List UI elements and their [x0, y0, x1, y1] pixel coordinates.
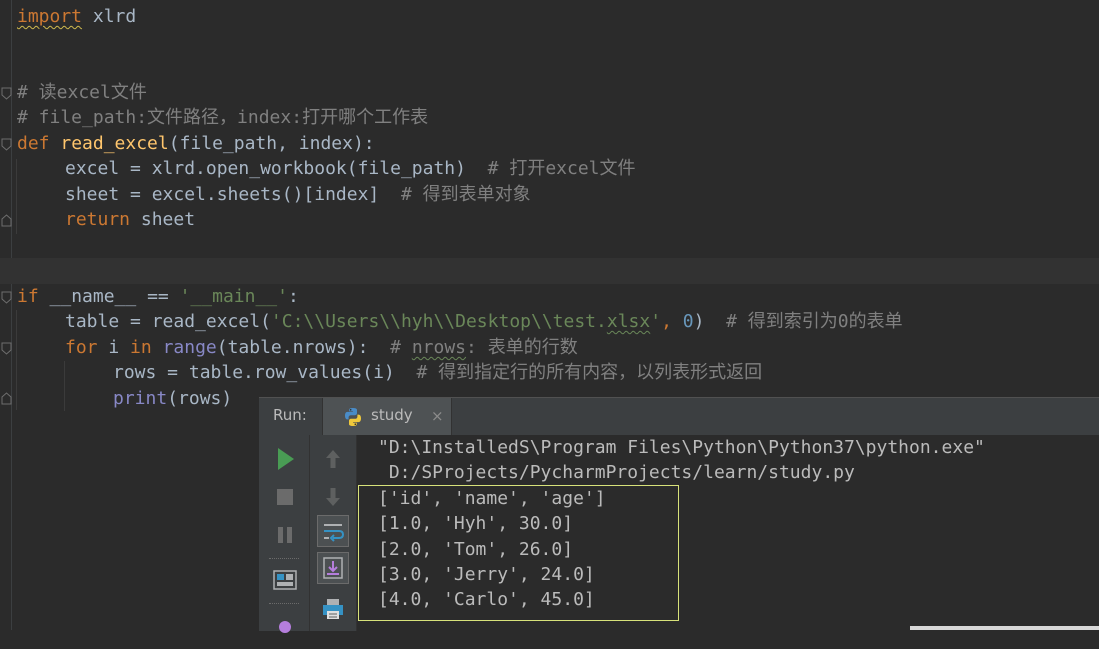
- indent-guide: [16, 159, 17, 234]
- code-line: rows = table.row_values(i) # 得到指定行的所有内容，…: [113, 360, 762, 385]
- string-literal: ': [650, 311, 662, 332]
- code-text: ): [693, 311, 705, 332]
- scroll-to-end-icon[interactable]: [317, 552, 349, 584]
- code-text: :: [287, 286, 299, 307]
- code-text: ,: [661, 311, 683, 332]
- code-line: import xlrd: [17, 4, 136, 29]
- code-text: i: [97, 337, 131, 358]
- run-tab-label: study: [371, 406, 413, 424]
- fold-icon[interactable]: [0, 214, 13, 227]
- code-comment: # 读excel文件: [17, 82, 147, 103]
- console-line: [1.0, 'Hyh', 30.0]: [378, 513, 574, 534]
- code-line: return sheet: [65, 207, 195, 232]
- code-line: sheet = excel.sheets()[index] # 得到表单对象: [65, 182, 531, 207]
- indent-guide: [16, 310, 17, 410]
- code-text: (table.nrows):: [216, 337, 369, 358]
- fold-icon[interactable]: [0, 291, 13, 304]
- keyword: if: [17, 286, 39, 307]
- stop-icon[interactable]: [269, 481, 301, 513]
- up-arrow-icon[interactable]: [317, 443, 349, 475]
- code-line: excel = xlrd.open_workbook(file_path) # …: [65, 156, 636, 181]
- fold-icon[interactable]: [0, 342, 13, 355]
- code-line: table = read_excel('C:\\Users\\hyh\\Desk…: [65, 309, 903, 334]
- code-text: rows = table.row_values(i): [113, 362, 395, 383]
- keyword: for: [65, 337, 98, 358]
- code-text: sheet = excel.sheets()[index]: [65, 184, 380, 205]
- layout-icon[interactable]: [269, 613, 301, 645]
- python-icon: [343, 407, 363, 431]
- run-tab-study[interactable]: study ×: [322, 398, 452, 435]
- layout-icon[interactable]: [269, 565, 301, 597]
- function-name: read_excel: [60, 133, 169, 154]
- soft-wrap-icon[interactable]: [317, 515, 349, 547]
- function-args: (file_path, index):: [168, 133, 375, 154]
- run-label: Run:: [273, 406, 307, 424]
- run-icon[interactable]: [269, 443, 301, 475]
- toolbar-separator: [269, 558, 299, 560]
- console-output[interactable]: "D:\InstalledS\Program Files\Python\Pyth…: [357, 435, 1099, 631]
- fold-icon[interactable]: [0, 138, 13, 151]
- code-text: sheet: [130, 209, 196, 230]
- print-icon[interactable]: [317, 593, 349, 625]
- console-line: [2.0, 'Tom', 26.0]: [378, 539, 574, 560]
- code-comment: # 得到索引为0的表单: [704, 311, 903, 332]
- code-text: excel = xlrd.open_workbook(file_path): [65, 158, 466, 179]
- string-literal: xlsx: [606, 311, 651, 332]
- code-comment: # 打开excel文件: [465, 158, 636, 179]
- code-text: __name__: [38, 286, 137, 307]
- close-icon[interactable]: ×: [431, 407, 444, 425]
- code-text: table = read_excel(: [65, 311, 271, 332]
- builtin-name: range: [162, 337, 217, 358]
- keyword: def: [17, 133, 50, 154]
- code-comment: # 得到表单对象: [379, 184, 531, 205]
- code-comment: # 得到指定行的所有内容，以列表形式返回: [394, 362, 763, 383]
- console-line: [4.0, 'Carlo', 45.0]: [378, 589, 595, 610]
- console-line: ['id', 'name', 'age']: [378, 488, 606, 509]
- string-literal: '__main__': [179, 286, 288, 307]
- run-toolbar: [259, 435, 310, 633]
- toolbar-separator: [269, 603, 299, 605]
- indent-guide: [64, 361, 65, 411]
- fold-icon[interactable]: [0, 392, 13, 405]
- console-line: D:/SProjects/PycharmProjects/learn/study…: [378, 462, 855, 483]
- fold-icon[interactable]: [0, 87, 13, 100]
- current-line-highlight: [0, 258, 1099, 284]
- console-line: "D:\InstalledS\Program Files\Python\Pyth…: [378, 437, 985, 458]
- builtin-name: print: [113, 388, 168, 409]
- code-comment: nrows: [411, 337, 467, 358]
- code-line: print(rows): [113, 386, 232, 411]
- module-name: xlrd: [82, 6, 137, 27]
- code-comment: : 表单的行数: [466, 337, 578, 358]
- code-comment: # file_path:文件路径，index:打开哪个工作表: [17, 107, 429, 128]
- string-literal: 'C:\\Users\\hyh\\Desktop\\test.: [270, 311, 607, 332]
- down-arrow-icon[interactable]: [317, 481, 349, 513]
- code-line: if __name__ == '__main__':: [17, 284, 299, 309]
- code-line: def read_excel(file_path, index):: [17, 131, 375, 156]
- number-literal: 0: [682, 311, 694, 332]
- code-text: (rows): [167, 388, 233, 409]
- pause-icon[interactable]: [269, 519, 301, 551]
- console-line: [3.0, 'Jerry', 24.0]: [378, 564, 595, 585]
- keyword: in: [130, 337, 152, 358]
- run-header: Run: study ×: [259, 398, 1099, 435]
- run-panel: Run: study × "D:\InstalledS\Program File…: [259, 397, 1099, 633]
- keyword: return: [65, 209, 131, 230]
- code-text: ==: [136, 286, 180, 307]
- code-line: for i in range(table.nrows): # nrows: 表单…: [65, 335, 578, 360]
- keyword: import: [17, 6, 83, 27]
- console-toolbar: [310, 435, 357, 631]
- horizontal-scrollbar[interactable]: [910, 626, 1099, 630]
- code-comment: #: [368, 337, 412, 358]
